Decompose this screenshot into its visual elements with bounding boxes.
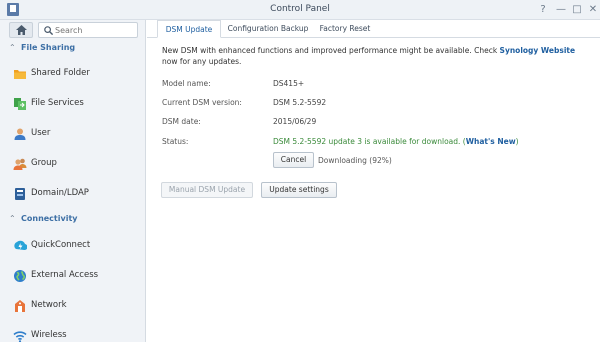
search-icon	[44, 26, 53, 35]
tab-factory-reset[interactable]: Factory Reset	[315, 20, 375, 38]
sidebar-item-quickconnect[interactable]: QuickConnect	[0, 231, 146, 261]
sidebar-item-label: Network	[31, 300, 67, 310]
section-label: Connectivity	[21, 214, 78, 223]
status-label: Status:	[162, 137, 189, 146]
sidebar-item-domain-ldap[interactable]: Domain/LDAP	[0, 179, 146, 209]
sidebar-item-file-services[interactable]: File Services	[0, 89, 146, 119]
file-services-icon	[14, 98, 26, 110]
shared-folder-icon	[14, 70, 26, 79]
sidebar-item-user[interactable]: User	[0, 119, 146, 149]
sidebar-item-label: Domain/LDAP	[31, 188, 89, 198]
current-dsm-version-label: Current DSM version:	[162, 98, 242, 107]
network-icon	[15, 300, 25, 312]
sidebar-item-label: Shared Folder	[31, 68, 90, 78]
user-icon	[14, 128, 26, 140]
sidebar-item-label: External Access	[31, 270, 99, 280]
group-icon	[13, 158, 27, 170]
minimize-icon[interactable]: —	[554, 3, 568, 17]
sidebar-item-label: User	[31, 128, 51, 138]
tab-bar: DSM Update Configuration Backup Factory …	[147, 20, 600, 38]
main-panel: DSM Update Configuration Backup Factory …	[147, 20, 600, 342]
close-icon[interactable]: ✕	[586, 3, 600, 17]
domain-icon	[15, 188, 25, 200]
status-text: DSM 5.2-5592 update 3 is available for d…	[273, 137, 466, 146]
dsm-date-value: 2015/06/29	[273, 117, 317, 126]
dsm-date-label: DSM date:	[162, 117, 201, 126]
chevron-up-icon: ⌃	[9, 214, 16, 223]
whats-new-link[interactable]: What's New	[466, 137, 516, 146]
sidebar-item-wireless[interactable]: Wireless	[0, 321, 146, 342]
synology-website-link[interactable]: Synology Website	[500, 46, 576, 55]
model-name-value: DS415+	[273, 79, 305, 88]
download-progress: Downloading (92%)	[318, 156, 392, 165]
window-title: Control Panel	[270, 4, 330, 14]
sidebar-item-external-access[interactable]: External Access	[0, 261, 146, 291]
chevron-up-icon: ⌃	[9, 43, 16, 52]
section-connectivity[interactable]: ⌃ Connectivity	[9, 214, 78, 223]
section-file-sharing[interactable]: ⌃ File Sharing	[9, 43, 75, 52]
tab-configuration-backup[interactable]: Configuration Backup	[225, 20, 311, 38]
sidebar-item-label: File Services	[31, 98, 84, 108]
sidebar-item-network[interactable]: Network	[0, 291, 146, 321]
help-icon[interactable]: ?	[536, 3, 550, 17]
model-name-label: Model name:	[162, 79, 211, 88]
sidebar-item-label: QuickConnect	[31, 240, 91, 250]
current-dsm-version-value: DSM 5.2-5592	[273, 98, 327, 107]
notice-text: New DSM with enhanced functions and impr…	[162, 46, 500, 55]
quickconnect-icon	[14, 240, 27, 251]
cancel-button[interactable]: Cancel	[273, 152, 314, 168]
status-value: DSM 5.2-5592 update 3 is available for d…	[273, 137, 519, 146]
update-notice: New DSM with enhanced functions and impr…	[162, 45, 592, 67]
sidebar-item-label: Wireless	[31, 330, 67, 340]
section-label: File Sharing	[21, 43, 76, 52]
maximize-icon[interactable]: □	[570, 3, 584, 17]
wireless-icon	[13, 331, 27, 342]
title-bar: Control Panel ? — □ ✕	[0, 0, 600, 20]
tab-dsm-update[interactable]: DSM Update	[157, 20, 221, 38]
sidebar: ⌃ File Sharing Shared Folder File Service…	[0, 20, 146, 342]
update-settings-button[interactable]: Update settings	[261, 182, 337, 198]
notice-tail: now for any updates.	[162, 57, 242, 66]
home-icon	[16, 25, 27, 35]
globe-icon	[14, 270, 26, 282]
sidebar-item-label: Group	[31, 158, 57, 168]
sidebar-item-shared-folder[interactable]: Shared Folder	[0, 59, 146, 89]
search-box	[38, 22, 138, 38]
manual-dsm-update-button[interactable]: Manual DSM Update	[161, 182, 253, 198]
status-close: )	[515, 137, 519, 146]
search-input[interactable]	[55, 24, 135, 36]
home-button[interactable]	[9, 22, 33, 38]
sidebar-item-group[interactable]: Group	[0, 149, 146, 179]
